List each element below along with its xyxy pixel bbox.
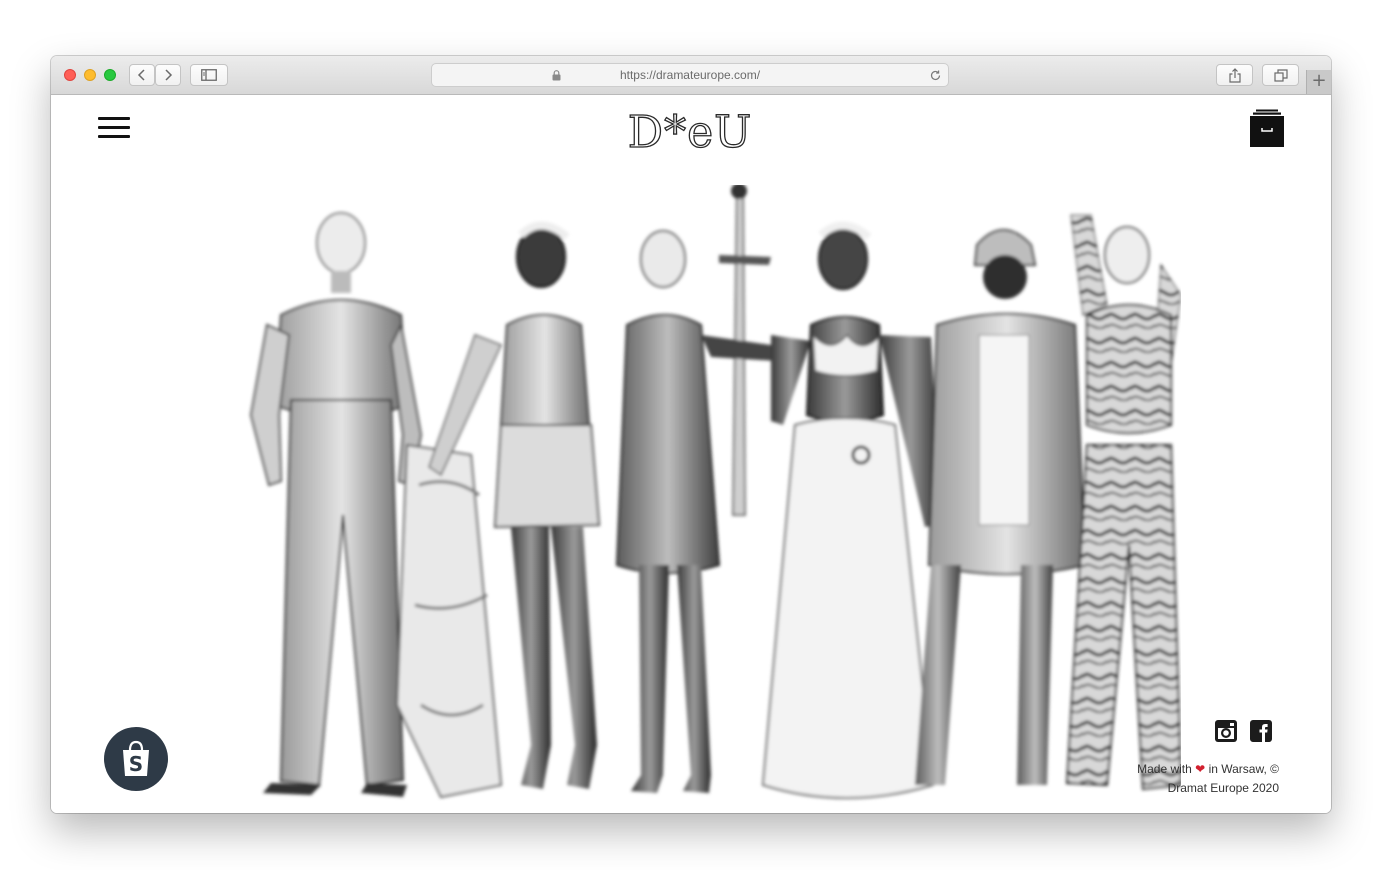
zoom-window-button[interactable]: [104, 69, 116, 81]
shopping-bag-icon[interactable]: [1250, 109, 1284, 147]
facebook-icon[interactable]: [1249, 719, 1273, 743]
model-figure-1: [249, 212, 423, 797]
model-figure-5: [915, 229, 1087, 785]
tabs-icon: [1273, 68, 1288, 82]
hero-image: [249, 185, 1181, 799]
model-figure-6: [1065, 214, 1181, 791]
new-tab-button[interactable]: +: [1306, 70, 1331, 94]
back-button[interactable]: [129, 64, 155, 86]
heart-icon: ❤: [1195, 762, 1206, 776]
svg-text:S: S: [129, 752, 143, 776]
browser-window: https://dramateurope.com/ + D*eU Made wi…: [51, 56, 1331, 813]
model-figure-2: [395, 221, 601, 799]
chevron-left-icon: [137, 69, 145, 81]
footer-credits: Made with ❤ in Warsaw, © Dramat Europe 2…: [1137, 760, 1279, 798]
share-button[interactable]: [1216, 64, 1253, 86]
shopify-badge-button[interactable]: S: [104, 727, 168, 791]
copyright-text: Dramat Europe 2020: [1167, 781, 1279, 795]
share-icon: [1228, 67, 1241, 83]
hamburger-menu-icon[interactable]: [98, 117, 130, 139]
stage: https://dramateurope.com/ + D*eU Made wi…: [0, 0, 1382, 870]
instagram-icon[interactable]: [1214, 719, 1238, 743]
footer-line-1: Made with ❤ in Warsaw, ©: [1137, 760, 1279, 779]
model-figure-4: [761, 221, 941, 799]
sidebar-icon: [201, 69, 217, 81]
site-logo[interactable]: D*eU: [617, 101, 763, 157]
browser-toolbar: https://dramateurope.com/ +: [51, 56, 1331, 95]
website-content: D*eU Made with ❤ in Warsaw, © Dramat Eur…: [51, 95, 1331, 813]
close-window-button[interactable]: [64, 69, 76, 81]
reload-icon[interactable]: [929, 69, 942, 82]
minimize-window-button[interactable]: [84, 69, 96, 81]
sidebar-toggle-button[interactable]: [190, 64, 228, 86]
chevron-right-icon: [165, 69, 173, 81]
in-warsaw-text: in Warsaw, ©: [1208, 762, 1279, 776]
shopify-bag-icon: S: [123, 740, 149, 776]
tabs-overview-button[interactable]: [1262, 64, 1299, 86]
address-bar[interactable]: https://dramateurope.com/: [431, 63, 949, 87]
made-with-text: Made with: [1137, 762, 1192, 776]
model-figure-3: [615, 185, 777, 793]
forward-button[interactable]: [155, 64, 181, 86]
url-text: https://dramateurope.com/: [619, 68, 761, 82]
svg-text:D*eU: D*eU: [628, 107, 752, 157]
